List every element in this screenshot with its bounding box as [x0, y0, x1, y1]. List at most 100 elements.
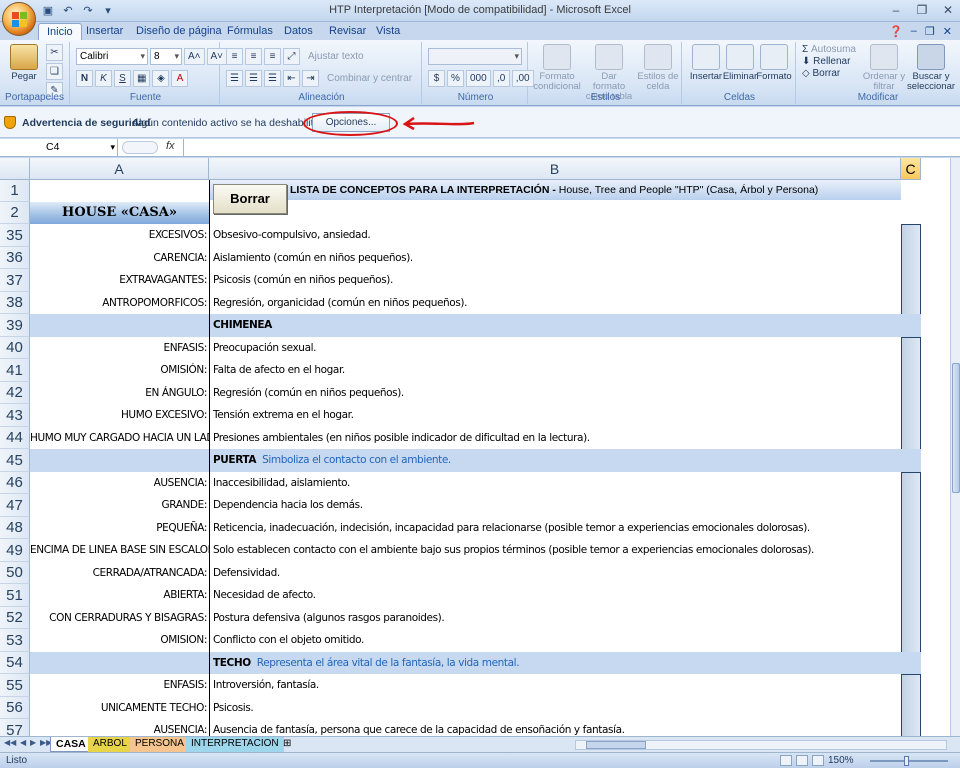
cell-a[interactable]: AUSENCIA:	[30, 472, 209, 494]
page-break-view-icon[interactable]	[812, 755, 824, 766]
row-number[interactable]: 54	[0, 652, 30, 674]
orientation-icon[interactable]: ⤢	[283, 48, 300, 65]
row-number[interactable]: 44	[0, 427, 30, 449]
cell-b[interactable]: Dependencia hacia los demás.	[209, 494, 901, 517]
cell-a[interactable]: ENCIMA DE LINEA BASE SIN ESCALONES:	[30, 539, 209, 562]
cell-a[interactable]: OMISIÓN:	[30, 359, 209, 382]
formula-input[interactable]	[183, 139, 950, 156]
autosum-button[interactable]: Σ Autosuma	[802, 44, 856, 55]
cell-a[interactable]: CARENCIA:	[30, 247, 209, 269]
cell-a[interactable]: EN ÁNGULO:	[30, 382, 209, 404]
cell-c[interactable]	[901, 337, 921, 359]
insert-sheet-icon[interactable]: ⊞	[278, 737, 296, 752]
cell-b[interactable]: Regresión, organicidad (común en niños p…	[209, 292, 901, 314]
tab-revisar[interactable]: Revisar	[321, 23, 374, 40]
cell-c[interactable]	[901, 607, 921, 629]
cell-c[interactable]	[901, 427, 921, 449]
underline-icon[interactable]: S	[114, 70, 131, 87]
row-number[interactable]: 47	[0, 494, 30, 517]
cell-a[interactable]: ENFASIS:	[30, 674, 209, 697]
borrar-button[interactable]: Borrar	[213, 184, 287, 214]
cell-b[interactable]: Solo establecen contacto con el ambiente…	[209, 539, 901, 562]
row-number[interactable]: 36	[0, 247, 30, 269]
conditional-format-button[interactable]: Formato condicional	[532, 44, 582, 92]
align-center-icon[interactable]: ☰	[245, 70, 262, 87]
cell-b[interactable]: Preocupación sexual.	[209, 337, 901, 359]
cell-b[interactable]: Presiones ambientales (en niños posible …	[209, 427, 901, 449]
ribbon-close-icon[interactable]: ✕	[943, 25, 952, 38]
cell-c[interactable]	[901, 629, 921, 652]
cell-c[interactable]	[901, 247, 921, 269]
cell-a[interactable]: OMISION:	[30, 629, 209, 652]
cell-a[interactable]	[30, 314, 209, 337]
decrease-indent-icon[interactable]: ⇤	[283, 70, 300, 87]
cell-b[interactable]: Regresión (común en niños pequeños).	[209, 382, 901, 404]
borders-icon[interactable]: ▦	[133, 70, 151, 87]
cell-c[interactable]	[901, 449, 921, 472]
help-icon[interactable]: ❓	[889, 25, 903, 38]
sheet-tab-arbol[interactable]: ARBOL	[88, 737, 132, 752]
column-header-a[interactable]: A	[30, 158, 209, 180]
cell-a[interactable]: AUSENCIA:	[30, 719, 209, 736]
cell-c[interactable]	[901, 719, 921, 736]
minimize-icon[interactable]: –	[888, 2, 904, 18]
cell-a[interactable]: CERRADA/ATRANCADA:	[30, 562, 209, 584]
cell-a[interactable]: ENFASIS:	[30, 337, 209, 359]
prev-sheet-icon[interactable]: ◀	[20, 738, 26, 747]
cell-c[interactable]	[901, 269, 921, 292]
cell-a[interactable]: EXTRAVAGANTES:	[30, 269, 209, 292]
row-number[interactable]: 35	[0, 224, 30, 247]
row-number[interactable]: 52	[0, 607, 30, 629]
cell-b[interactable]: Conflicto con el objeto omitido.	[209, 629, 901, 652]
cell-a[interactable]: HUMO EXCESIVO:	[30, 404, 209, 427]
ribbon-restore-icon[interactable]: ❐	[925, 25, 935, 38]
cell-c[interactable]	[901, 494, 921, 517]
align-top-icon[interactable]: ≡	[226, 48, 243, 65]
row-number[interactable]: 53	[0, 629, 30, 652]
horizontal-scroll-thumb[interactable]	[586, 741, 646, 749]
select-all-corner[interactable]	[0, 158, 30, 180]
cell-b[interactable]: Ausencia de fantasía, persona que carece…	[209, 719, 901, 736]
find-select-button[interactable]: Buscar y seleccionar	[906, 44, 956, 92]
sheet-tab-interpretacion[interactable]: INTERPRETACION	[186, 737, 284, 752]
row-number[interactable]: 41	[0, 359, 30, 382]
thousands-icon[interactable]: 000	[466, 70, 491, 87]
percent-icon[interactable]: %	[447, 70, 464, 87]
cell-c[interactable]	[901, 472, 921, 494]
align-bottom-icon[interactable]: ≡	[264, 48, 281, 65]
zoom-slider-knob[interactable]	[904, 756, 909, 766]
cell-b[interactable]: Inaccesibilidad, aislamiento.	[209, 472, 901, 494]
zoom-slider[interactable]	[870, 760, 948, 762]
maximize-icon[interactable]: ❐	[914, 2, 930, 18]
options-button[interactable]: Opciones...	[312, 113, 390, 132]
row-number[interactable]: 40	[0, 337, 30, 359]
bold-icon[interactable]: N	[76, 70, 93, 87]
row-number[interactable]: 39	[0, 314, 30, 337]
first-sheet-icon[interactable]: ◀◀	[4, 738, 16, 747]
number-format-combo[interactable]	[428, 48, 522, 65]
ribbon-minimize-icon[interactable]: –	[911, 25, 917, 38]
close-icon[interactable]: ✕	[940, 2, 956, 18]
vertical-scroll-thumb[interactable]	[952, 363, 960, 493]
cell-a[interactable]: HUMO MUY CARGADO HACIA UN LADO:	[30, 427, 209, 449]
format-cells-button[interactable]: Formato	[752, 44, 796, 82]
row-number-2[interactable]: 2	[0, 202, 30, 224]
increase-indent-icon[interactable]: ⇥	[302, 70, 319, 87]
cell-b[interactable]: Obsesivo-compulsivo, ansiedad.	[209, 224, 901, 247]
row-number[interactable]: 48	[0, 517, 30, 539]
grow-font-icon[interactable]: A˄	[184, 48, 205, 65]
tab-formulas[interactable]: Fórmulas	[219, 23, 281, 40]
cell-a[interactable]: GRANDE:	[30, 494, 209, 517]
cell-c[interactable]	[901, 314, 921, 337]
sheet-tab-casa[interactable]: CASA	[50, 737, 92, 752]
cell-c[interactable]	[901, 539, 921, 562]
insert-function-icon[interactable]: fx	[166, 140, 175, 152]
column-header-b[interactable]: B	[209, 158, 901, 180]
sort-filter-button[interactable]: Ordenar y filtrar	[862, 44, 906, 92]
increase-decimal-icon[interactable]: ,0	[492, 70, 510, 87]
formula-buttons[interactable]	[122, 141, 158, 154]
cell-b[interactable]: PUERTA Simboliza el contacto con el ambie…	[209, 449, 901, 472]
row-number[interactable]: 51	[0, 584, 30, 607]
fill-color-icon[interactable]: ◈	[152, 70, 170, 87]
tab-inicio[interactable]: Inicio	[38, 23, 82, 40]
